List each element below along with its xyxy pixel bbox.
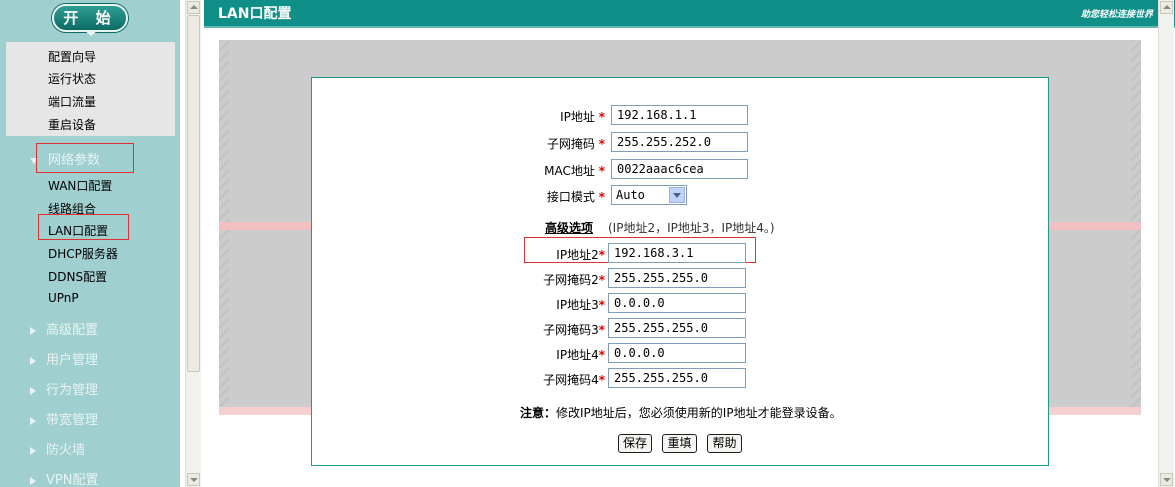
ip4-label: IP地址4* xyxy=(556,348,605,362)
sidebar-section-firewall[interactable]: 防火墙 xyxy=(30,439,85,458)
lan-config-form: IP地址 * 192.168.1.1 子网掩码 * 255.255.252.0 … xyxy=(311,77,1049,466)
main-scrollbar[interactable] xyxy=(1158,0,1174,487)
save-button[interactable]: 保存 xyxy=(618,434,652,453)
required-mark: * xyxy=(598,137,605,151)
sidebar-section-advanced[interactable]: 高级配置 xyxy=(30,319,98,338)
sidebar-section-users[interactable]: 用户管理 xyxy=(30,349,98,368)
collapsed-arrow-icon xyxy=(30,386,36,395)
collapsed-arrow-icon xyxy=(30,476,36,485)
mac-label: MAC地址 * xyxy=(544,164,605,178)
brand-slogan: 助您轻松连接世界 xyxy=(1080,10,1153,20)
required-mark: * xyxy=(598,323,605,337)
scroll-up-arrow-icon[interactable] xyxy=(187,1,200,14)
scroll-down-arrow-icon[interactable] xyxy=(187,473,200,486)
sidebar-section-label: 行为管理 xyxy=(46,383,99,398)
sidebar-section-label: 用户管理 xyxy=(46,353,99,368)
required-mark: * xyxy=(598,373,605,387)
subnet-mask3-input[interactable]: 255.255.255.0 xyxy=(608,318,746,338)
sidebar-section-label: 防火墙 xyxy=(46,443,86,458)
ip2-address-input[interactable]: 192.168.3.1 xyxy=(608,243,746,263)
ip3-label: IP地址3* xyxy=(556,298,605,312)
sidebar-item-wan[interactable]: WAN口配置 xyxy=(48,177,112,194)
ip-label: IP地址 * xyxy=(560,110,605,124)
advanced-options-hint: (IP地址2，IP地址3，IP地址4。) xyxy=(608,221,775,235)
interface-mode-value: Auto xyxy=(616,188,645,202)
sidebar-item-ddns[interactable]: DDNS配置 xyxy=(48,268,107,285)
collapsed-arrow-icon xyxy=(30,326,36,335)
subnet-mask-label: 子网掩码 * xyxy=(546,137,605,151)
required-mark: * xyxy=(598,190,605,204)
subnet-mask2-label: 子网掩码2* xyxy=(543,273,605,287)
collapsed-arrow-icon xyxy=(30,446,36,455)
pink-strip-right xyxy=(1049,222,1141,230)
scroll-thumb[interactable] xyxy=(187,15,200,372)
sidebar: 开 始 配置向导 运行状态 端口流量 重启设备 网络参数 WAN口配置 线路组合… xyxy=(0,0,180,487)
reset-button[interactable]: 重填 xyxy=(662,434,697,453)
sidebar-scrollbar[interactable] xyxy=(185,0,201,487)
required-mark: * xyxy=(598,110,605,124)
ip4-address-input[interactable]: 0.0.0.0 xyxy=(608,343,746,363)
subnet-mask-input[interactable]: 255.255.252.0 xyxy=(611,132,748,152)
page-header: LAN口配置 助您轻松连接世界 xyxy=(204,0,1175,26)
menu-item-port-traffic[interactable]: 端口流量 xyxy=(48,93,96,110)
subnet-mask2-input[interactable]: 255.255.255.0 xyxy=(608,268,746,288)
chevron-down-icon[interactable] xyxy=(669,187,685,203)
ip-address-input[interactable]: 192.168.1.1 xyxy=(611,105,748,125)
required-mark: * xyxy=(598,273,605,287)
sidebar-section-label: 带宽管理 xyxy=(46,413,99,428)
collapsed-arrow-icon xyxy=(30,356,36,365)
start-button[interactable]: 开 始 xyxy=(52,4,128,36)
scroll-up-arrow-icon[interactable] xyxy=(1160,1,1173,14)
sidebar-section-label: 高级配置 xyxy=(46,323,99,338)
sidebar-item-upnp[interactable]: UPnP xyxy=(48,291,79,305)
required-mark: * xyxy=(598,298,605,312)
subnet-mask3-label: 子网掩码3* xyxy=(543,323,605,337)
interface-mode-select[interactable]: Auto xyxy=(611,185,687,205)
advanced-options-link[interactable]: 高级选项 xyxy=(545,219,593,236)
ip2-label: IP地址2* xyxy=(556,248,605,262)
sidebar-section-bandwidth[interactable]: 带宽管理 xyxy=(30,409,98,428)
ip3-address-input[interactable]: 0.0.0.0 xyxy=(608,293,746,313)
help-button[interactable]: 帮助 xyxy=(707,434,742,453)
highlight-box-lan xyxy=(38,214,129,240)
sidebar-item-dhcp[interactable]: DHCP服务器 xyxy=(48,245,118,262)
required-mark: * xyxy=(598,348,605,362)
collapsed-arrow-icon xyxy=(30,416,36,425)
required-mark: * xyxy=(598,164,605,178)
sidebar-section-vpn[interactable]: VPN配置 xyxy=(30,469,98,487)
sidebar-section-behavior[interactable]: 行为管理 xyxy=(30,379,98,398)
quick-menu: 配置向导 运行状态 端口流量 重启设备 xyxy=(6,42,175,136)
highlight-box-network xyxy=(36,143,134,173)
menu-item-reboot[interactable]: 重启设备 xyxy=(48,116,96,133)
scroll-down-arrow-icon[interactable] xyxy=(1160,473,1173,486)
sidebar-section-label: VPN配置 xyxy=(46,473,99,487)
subnet-mask4-label: 子网掩码4* xyxy=(543,373,605,387)
interface-mode-label: 接口模式 * xyxy=(546,190,605,204)
menu-item-running-status[interactable]: 运行状态 xyxy=(48,70,96,87)
page-title: LAN口配置 xyxy=(218,6,292,22)
pink-strip-left xyxy=(219,222,311,230)
mac-address-input[interactable]: 0022aaac6cea xyxy=(611,159,748,179)
note-text: 注意：修改IP地址后，您必须使用新的IP地址才能登录设备。 xyxy=(520,406,842,420)
required-mark: * xyxy=(598,248,605,262)
note-label: 注意： xyxy=(520,406,557,420)
menu-item-setup-wizard[interactable]: 配置向导 xyxy=(48,48,96,65)
subnet-mask4-input[interactable]: 255.255.255.0 xyxy=(608,368,746,388)
